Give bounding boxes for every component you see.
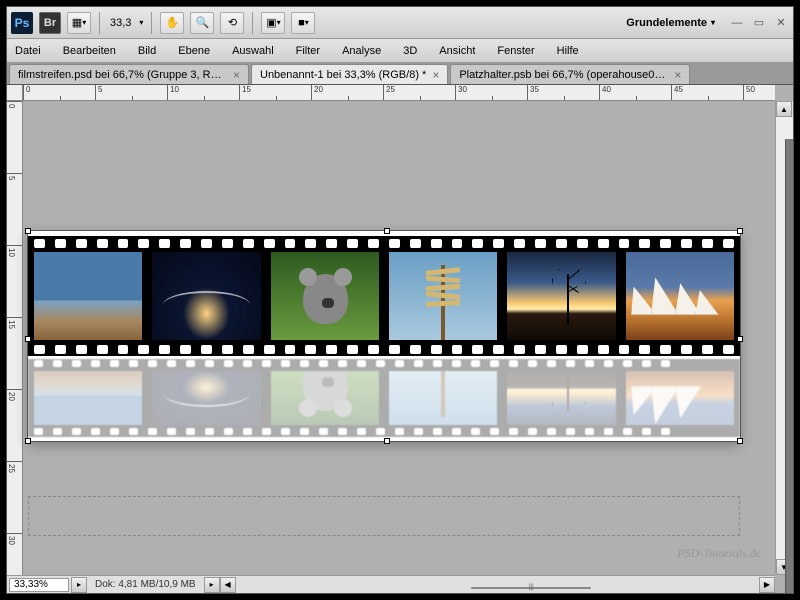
- sprocket-holes-top: [28, 236, 740, 250]
- sprocket-holes-bottom: [28, 342, 740, 356]
- frame-opera-house: [624, 250, 736, 342]
- options-bar: Ps Br ▦▾ 33,3 ▾ ✋ 🔍 ⟲ ▣▾ ■▾ Grundelement…: [7, 7, 793, 39]
- screen-mode-dropdown[interactable]: ■▾: [291, 12, 315, 34]
- reflection-layer: [28, 359, 740, 437]
- restore-button[interactable]: ▭: [751, 15, 767, 31]
- photoshop-window: Ps Br ▦▾ 33,3 ▾ ✋ 🔍 ⟲ ▣▾ ■▾ Grundelement…: [6, 6, 794, 594]
- tab-platzhalter[interactable]: Platzhalter.psb bei 66,7% (operahouse0, …: [450, 64, 690, 84]
- menu-auswahl[interactable]: Auswahl: [230, 43, 276, 59]
- frame-signpost: [387, 250, 499, 342]
- menu-bar: Datei Bearbeiten Bild Ebene Auswahl Filt…: [7, 39, 793, 63]
- tab-unbenannt-1[interactable]: Unbenannt-1 bei 33,3% (RGB/8) * ×: [251, 64, 448, 84]
- tab-filmstreifen[interactable]: filmstreifen.psd bei 66,7% (Gruppe 3, RG…: [9, 64, 249, 84]
- close-icon[interactable]: ×: [674, 68, 681, 82]
- frame-koala: [269, 250, 381, 342]
- guide-box: [28, 496, 740, 536]
- layout-dropdown[interactable]: ▦▾: [67, 12, 91, 34]
- close-icon[interactable]: ×: [233, 68, 240, 82]
- menu-ebene[interactable]: Ebene: [176, 43, 212, 59]
- scroll-left-icon[interactable]: ◀: [220, 577, 236, 593]
- panel-dock[interactable]: [785, 139, 793, 593]
- frame-sunset-tree: [505, 250, 617, 342]
- document-tabs: filmstreifen.psd bei 66,7% (Gruppe 3, RG…: [7, 63, 793, 85]
- hand-tool-icon[interactable]: ✋: [160, 12, 184, 34]
- app-icon[interactable]: Ps: [11, 12, 33, 34]
- film-frames: [28, 250, 740, 342]
- status-bar: 33,33% ▸ Dok: 4,81 MB/10,9 MB ▸ ◀ ||| ▶: [7, 575, 775, 593]
- status-menu-icon[interactable]: ▸: [71, 577, 87, 593]
- menu-fenster[interactable]: Fenster: [495, 43, 536, 59]
- menu-bild[interactable]: Bild: [136, 43, 158, 59]
- menu-filter[interactable]: Filter: [294, 43, 322, 59]
- horizontal-ruler[interactable]: 0510152025303540455055606570758085909510…: [23, 85, 775, 101]
- menu-3d[interactable]: 3D: [401, 43, 419, 59]
- scroll-up-icon[interactable]: ▲: [776, 101, 792, 117]
- zoom-value[interactable]: 33,3: [108, 17, 133, 29]
- close-button[interactable]: ✕: [773, 15, 789, 31]
- scroll-right-icon[interactable]: ▶: [759, 577, 775, 593]
- menu-ansicht[interactable]: Ansicht: [437, 43, 477, 59]
- chevron-down-icon: ▾: [711, 19, 715, 27]
- arrange-dropdown[interactable]: ▣▾: [261, 12, 285, 34]
- document-size: Dok: 4,81 MB/10,9 MB: [87, 579, 204, 590]
- zoom-tool-icon[interactable]: 🔍: [190, 12, 214, 34]
- workspace-switcher[interactable]: Grundelemente ▾: [618, 17, 723, 29]
- rotate-view-icon[interactable]: ⟲: [220, 12, 244, 34]
- canvas[interactable]: PSD-Tutorials.de: [23, 101, 775, 575]
- close-icon[interactable]: ×: [432, 68, 439, 82]
- status-zoom[interactable]: 33,33%: [9, 578, 69, 592]
- menu-hilfe[interactable]: Hilfe: [555, 43, 581, 59]
- frame-harbour-bridge: [150, 250, 262, 342]
- scroll-thumb[interactable]: |||: [471, 587, 591, 589]
- document[interactable]: [28, 231, 740, 441]
- workspace-label: Grundelemente: [626, 17, 707, 29]
- vertical-ruler[interactable]: 051015202530: [7, 101, 23, 575]
- menu-bearbeiten[interactable]: Bearbeiten: [61, 43, 118, 59]
- menu-analyse[interactable]: Analyse: [340, 43, 383, 59]
- ruler-origin[interactable]: [7, 85, 23, 101]
- minimize-button[interactable]: —: [729, 15, 745, 31]
- frame-beach-cliff: [32, 250, 144, 342]
- filmstrip-layer: [28, 236, 740, 356]
- zoom-dropdown-icon[interactable]: ▾: [139, 19, 143, 27]
- canvas-workspace: 0510152025303540455055606570758085909510…: [7, 85, 793, 593]
- menu-datei[interactable]: Datei: [13, 43, 43, 59]
- status-arrow-icon[interactable]: ▸: [204, 577, 220, 593]
- watermark: PSD-Tutorials.de: [677, 546, 761, 561]
- bridge-icon[interactable]: Br: [39, 12, 61, 34]
